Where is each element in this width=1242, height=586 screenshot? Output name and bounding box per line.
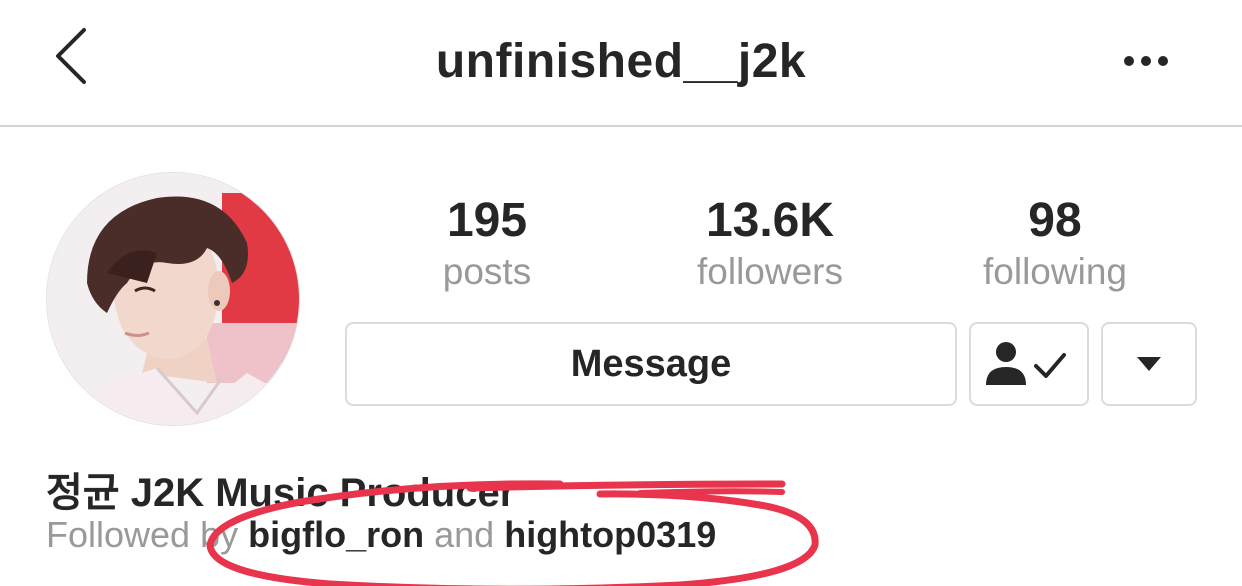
more-horizontal-icon	[1124, 56, 1168, 66]
profile-full-name: 정균 J2K Music Producer	[46, 471, 516, 515]
followed-by-prefix: Followed by	[46, 514, 239, 555]
following-stat[interactable]: 98 following	[940, 192, 1170, 294]
followers-stat[interactable]: 13.6K followers	[655, 192, 885, 294]
profile-username-title: unfinished__j2k	[435, 35, 807, 88]
followed-by-conjunction: and	[434, 514, 495, 555]
followers-label: followers	[697, 251, 843, 292]
top-nav-bar: unfinished__j2k	[0, 0, 1242, 127]
following-count: 98	[1028, 194, 1082, 247]
more-options-button[interactable]	[1108, 30, 1180, 90]
following-label: following	[983, 251, 1127, 292]
following-status-button[interactable]	[969, 322, 1089, 406]
posts-label: posts	[442, 251, 532, 292]
followed-by-line: Followed by bigflo_ron and hightop0319	[46, 514, 716, 556]
message-button[interactable]: Message	[345, 322, 957, 406]
message-button-label: Message	[570, 342, 732, 385]
followed-by-user-link[interactable]: bigflo_ron	[248, 514, 424, 555]
person-check-icon	[986, 342, 1066, 385]
posts-count: 195	[446, 194, 528, 247]
suggested-accounts-dropdown-button[interactable]	[1101, 322, 1197, 406]
triangle-down-icon	[1137, 357, 1161, 371]
profile-avatar[interactable]	[46, 172, 300, 426]
followed-by-user-link[interactable]: hightop0319	[504, 514, 716, 555]
followers-count: 13.6K	[705, 194, 835, 247]
posts-stat[interactable]: 195 posts	[372, 192, 602, 294]
